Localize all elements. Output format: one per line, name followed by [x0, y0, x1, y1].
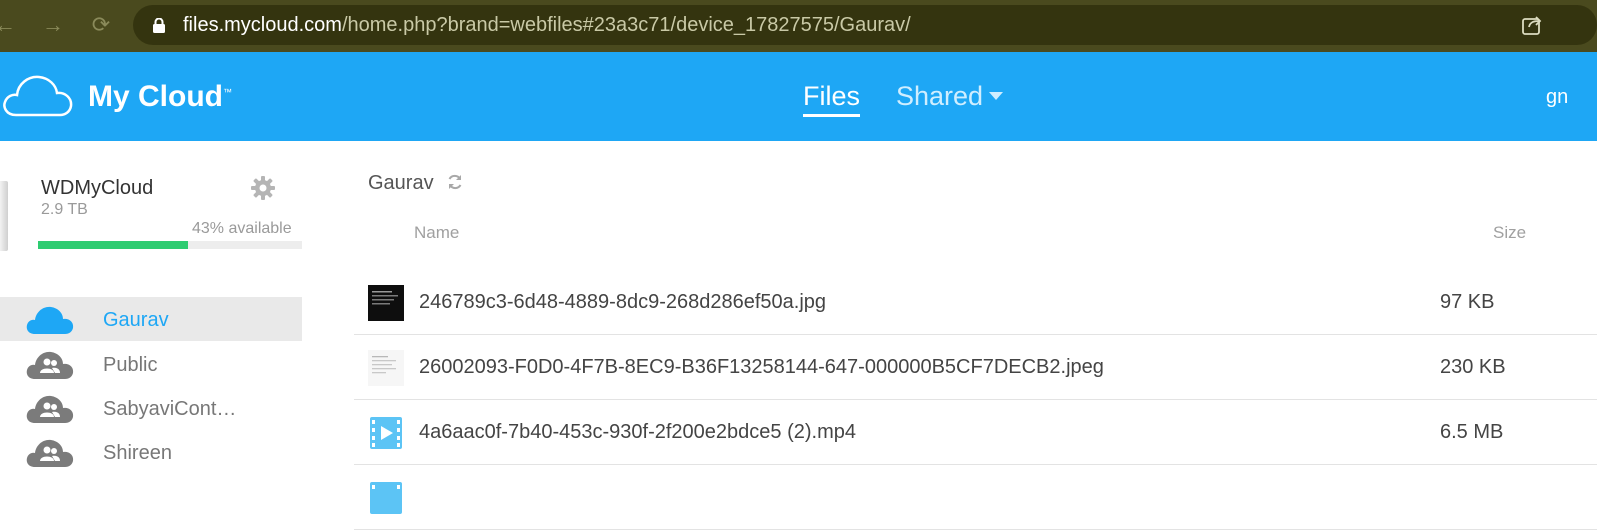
share-page-icon[interactable] — [1521, 14, 1543, 36]
storage-available-text: 43% available — [192, 220, 292, 237]
file-size: 230 KB — [1440, 356, 1506, 378]
file-row[interactable]: 4a6aac0f-7b40-453c-930f-2f200e2bdce5 (2)… — [354, 400, 1597, 465]
shared-cloud-icon — [26, 395, 74, 423]
shared-cloud-icon — [26, 351, 74, 379]
device-capacity: 2.9 TB — [41, 201, 88, 218]
trademark-mark: ™ — [223, 87, 232, 97]
tab-shared[interactable]: Shared — [896, 81, 1004, 112]
file-name: 246789c3-6d48-4889-8dc9-268d286ef50a.jpg — [419, 291, 827, 313]
sidebar-item-shireen[interactable]: Shireen — [0, 430, 302, 474]
url-host: files.mycloud.com — [183, 14, 342, 36]
sidebar-item-gaurav[interactable]: Gaurav — [0, 297, 302, 341]
refresh-icon[interactable] — [446, 173, 464, 191]
url-path: /home.php?brand=webfiles#23a3c71/device_… — [341, 14, 911, 36]
reload-icon[interactable]: ⟳ — [88, 12, 114, 38]
user-menu[interactable]: gn — [1546, 86, 1568, 109]
file-name: 4a6aac0f-7b40-453c-930f-2f200e2bdce5 (2)… — [419, 421, 856, 443]
file-row[interactable]: 26002093-F0D0-4F7B-8EC9-B36F13258144-647… — [354, 335, 1597, 400]
tab-shared-label: Shared — [896, 81, 984, 111]
sidebar-item-label: Public — [103, 354, 158, 376]
gear-icon[interactable] — [250, 175, 276, 201]
brand-text: My Cloud — [88, 80, 223, 113]
video-icon — [370, 417, 402, 449]
sidebar-item-sabyavicont[interactable]: SabyaviCont… — [0, 386, 302, 430]
shared-cloud-icon — [26, 439, 74, 467]
browser-toolbar: ← → ⟳ files.mycloud.com/home.php?brand=w… — [0, 0, 1597, 52]
dark-image-thumbnail — [368, 285, 404, 321]
file-name: 26002093-F0D0-4F7B-8EC9-B36F13258144-647… — [419, 356, 1104, 378]
cloud-icon — [26, 306, 74, 334]
chevron-down-icon — [989, 91, 1004, 100]
mycloud-logo-icon — [3, 75, 73, 117]
back-arrow-icon[interactable]: ← — [0, 12, 18, 38]
document-image-thumbnail — [368, 350, 404, 386]
file-row[interactable]: 246789c3-6d48-4889-8dc9-268d286ef50a.jpg… — [354, 270, 1597, 335]
app-header: My Cloud™ Files Shared gn — [0, 52, 1597, 141]
storage-bar-fill — [38, 241, 189, 249]
sidebar-item-public[interactable]: Public — [0, 342, 302, 386]
breadcrumb[interactable]: Gaurav — [368, 172, 434, 195]
lock-icon — [153, 18, 165, 33]
device-image — [0, 181, 8, 251]
column-header-size[interactable]: Size — [1493, 223, 1526, 243]
address-bar[interactable]: files.mycloud.com/home.php?brand=webfile… — [133, 5, 1597, 45]
file-size: 6.5 MB — [1440, 421, 1504, 443]
url-text: files.mycloud.com/home.php?brand=webfile… — [183, 14, 911, 37]
forward-arrow-icon[interactable]: → — [40, 12, 66, 38]
storage-bar — [38, 241, 302, 249]
tab-files[interactable]: Files — [803, 81, 861, 117]
device-name[interactable]: WDMyCloud — [41, 177, 153, 200]
sidebar-item-label: Shireen — [103, 442, 172, 464]
sidebar-item-label: Gaurav — [103, 309, 169, 331]
video-icon — [370, 482, 402, 514]
brand-name: My Cloud™ — [88, 80, 232, 114]
column-header-name[interactable]: Name — [414, 223, 459, 243]
sidebar: WDMyCloud 2.9 TB 43% available Gaurav Pu… — [0, 141, 320, 498]
file-size: 97 KB — [1440, 291, 1495, 313]
sidebar-item-label: SabyaviCont… — [103, 398, 237, 420]
